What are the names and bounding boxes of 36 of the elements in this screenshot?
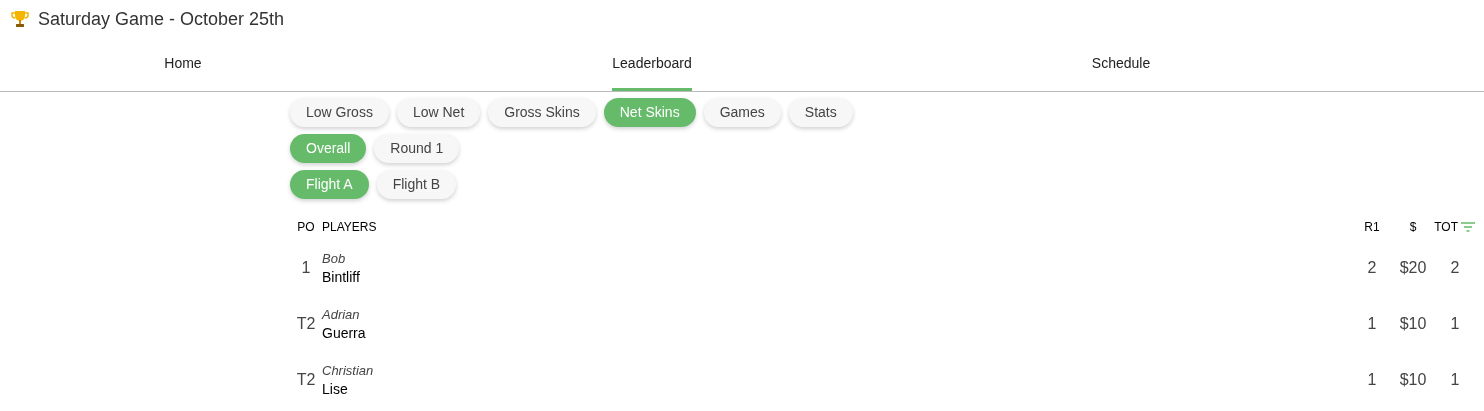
last-name: Bintliff (322, 268, 360, 287)
column-header: R1 (1363, 219, 1381, 236)
column-header: PO (296, 219, 316, 236)
position-cell-text: T2 (295, 314, 317, 334)
total-cell-text: 1 (1449, 314, 1461, 334)
total-cell-text: 2 (1449, 258, 1461, 278)
last-name: Guerra (322, 324, 366, 343)
money-cell-text: $20 (1398, 258, 1428, 278)
nav-tab[interactable]: Leaderboard (612, 38, 692, 91)
filter-chip[interactable]: Low Gross (290, 98, 389, 127)
column-header: $ (1408, 219, 1418, 236)
filter-chip[interactable]: Low Net (396, 98, 481, 127)
filter-chip[interactable]: Round 1 (374, 134, 460, 163)
round-score-cell-text: 1 (1366, 314, 1378, 334)
money-cell-text: $10 (1398, 370, 1428, 390)
filter-chip[interactable]: Stats (788, 98, 853, 127)
column-header: PLAYERS (322, 219, 378, 236)
trophy-icon (10, 9, 30, 29)
column-header: TOT (1434, 219, 1458, 236)
sort-icon (1460, 221, 1476, 233)
nav-tab[interactable]: Home (164, 38, 202, 91)
first-name: Adrian (322, 306, 360, 324)
position-cell-text: 1 (300, 258, 312, 278)
money-cell-text: $10 (1398, 314, 1428, 334)
total-cell-text: 1 (1449, 370, 1461, 390)
first-name: Bob (322, 250, 346, 268)
round-score-cell-text: 2 (1366, 258, 1378, 278)
position-cell-text: T2 (295, 370, 317, 390)
filter-chip[interactable]: Games (703, 98, 781, 127)
last-name: Lise (322, 380, 348, 399)
page-title: Saturday Game - October 25th (38, 7, 285, 31)
first-name: Christian (322, 362, 374, 380)
filter-chip[interactable]: Gross Skins (488, 98, 596, 127)
filter-chip[interactable]: Flight B (376, 170, 457, 199)
nav-tab[interactable]: Schedule (1091, 38, 1151, 91)
round-score-cell-text: 1 (1366, 370, 1378, 390)
